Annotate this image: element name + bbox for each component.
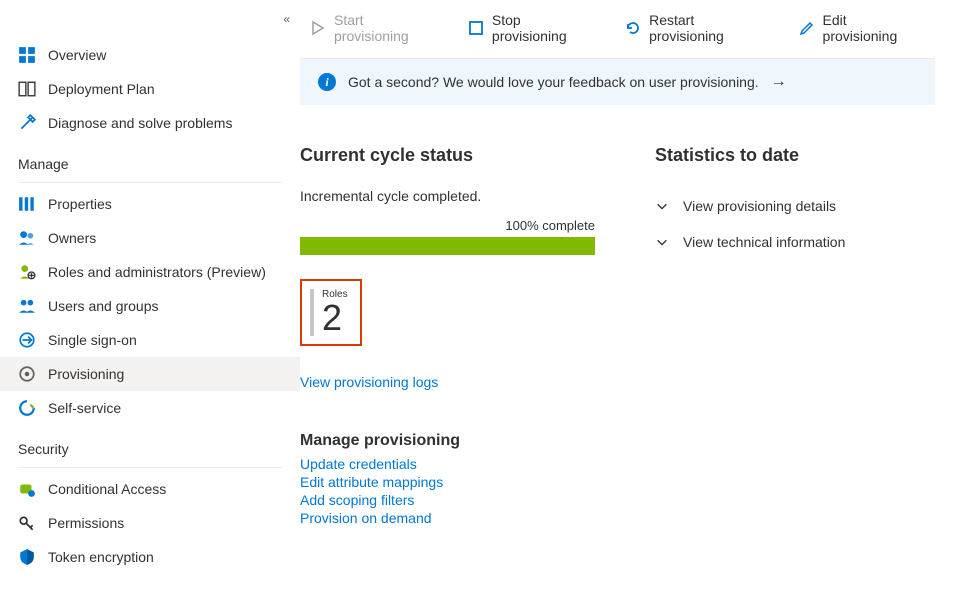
sidebar-item-label: Conditional Access: [48, 481, 166, 497]
owners-icon: [18, 229, 36, 247]
shield-icon: [18, 548, 36, 566]
sidebar-item-label: Users and groups: [48, 298, 159, 314]
wrench-icon: [18, 114, 36, 132]
restart-icon: [625, 20, 641, 36]
chevron-down-icon: [655, 235, 669, 249]
self-service-icon: [18, 399, 36, 417]
toolbar-label: Stop provisioning: [492, 12, 599, 44]
chevron-down-icon: [655, 199, 669, 213]
roles-count: 2: [322, 300, 348, 336]
sidebar-item-label: Single sign-on: [48, 332, 137, 348]
sidebar-item-label: Roles and administrators (Preview): [48, 264, 266, 280]
sidebar-item-deployment-plan[interactable]: Deployment Plan: [0, 72, 300, 106]
sidebar-item-overview[interactable]: Overview: [0, 38, 300, 72]
info-icon: i: [318, 73, 336, 91]
sidebar-item-provisioning[interactable]: Provisioning: [0, 357, 300, 391]
pencil-icon: [799, 20, 815, 36]
sidebar-item-conditional-access[interactable]: Conditional Access: [0, 472, 300, 506]
provisioning-icon: [18, 365, 36, 383]
overview-icon: [18, 46, 36, 64]
toolbar-label: Edit provisioning: [823, 12, 925, 44]
stat-item-label: View provisioning details: [683, 198, 836, 214]
sidebar-item-label: Diagnose and solve problems: [48, 115, 232, 131]
divider: [18, 182, 282, 183]
sidebar-item-label: Overview: [48, 47, 106, 63]
view-provisioning-logs-link[interactable]: View provisioning logs: [300, 374, 438, 390]
collapse-sidebar-icon[interactable]: «: [283, 12, 290, 26]
sidebar-item-label: Provisioning: [48, 366, 124, 382]
divider: [18, 467, 282, 468]
toolbar: Start provisioning Stop provisioning Res…: [300, 0, 935, 59]
properties-icon: [18, 195, 36, 213]
manage-provisioning-heading: Manage provisioning: [300, 432, 595, 450]
permissions-icon: [18, 514, 36, 532]
stop-provisioning-button[interactable]: Stop provisioning: [458, 8, 609, 48]
arrow-right-icon: →: [771, 73, 787, 91]
sso-icon: [18, 331, 36, 349]
banner-text: Got a second? We would love your feedbac…: [348, 74, 759, 90]
roles-card[interactable]: Roles 2: [300, 279, 362, 346]
add-scoping-filters-link[interactable]: Add scoping filters: [300, 492, 595, 508]
statistics-heading: Statistics to date: [655, 145, 935, 166]
sidebar-item-label: Self-service: [48, 400, 121, 416]
sidebar-item-label: Owners: [48, 230, 96, 246]
sidebar-item-token-encryption[interactable]: Token encryption: [0, 540, 300, 574]
start-provisioning-button: Start provisioning: [300, 8, 452, 48]
sidebar-item-label: Permissions: [48, 515, 124, 531]
sidebar-item-self-service[interactable]: Self-service: [0, 391, 300, 425]
sidebar-item-label: Token encryption: [48, 549, 154, 565]
sidebar: « Overview Deployment Plan Diagnose and …: [0, 0, 300, 599]
section-header-manage: Manage: [0, 140, 300, 178]
update-credentials-link[interactable]: Update credentials: [300, 456, 595, 472]
sidebar-item-properties[interactable]: Properties: [0, 187, 300, 221]
section-header-security: Security: [0, 425, 300, 463]
roles-icon: [18, 263, 36, 281]
book-icon: [18, 80, 36, 98]
toolbar-label: Restart provisioning: [649, 12, 772, 44]
conditional-access-icon: [18, 480, 36, 498]
sidebar-item-users-groups[interactable]: Users and groups: [0, 289, 300, 323]
stat-item-label: View technical information: [683, 234, 845, 250]
progress-bar: [300, 237, 595, 255]
provision-on-demand-link[interactable]: Provision on demand: [300, 510, 595, 526]
cycle-status-text: Incremental cycle completed.: [300, 188, 595, 204]
view-provisioning-details-toggle[interactable]: View provisioning details: [655, 188, 935, 224]
main-content: Start provisioning Stop provisioning Res…: [300, 0, 955, 599]
toolbar-label: Start provisioning: [334, 12, 442, 44]
view-technical-information-toggle[interactable]: View technical information: [655, 224, 935, 260]
sidebar-item-label: Properties: [48, 196, 112, 212]
users-groups-icon: [18, 297, 36, 315]
sidebar-item-permissions[interactable]: Permissions: [0, 506, 300, 540]
sidebar-item-sso[interactable]: Single sign-on: [0, 323, 300, 357]
stop-icon: [468, 20, 484, 36]
edit-provisioning-button[interactable]: Edit provisioning: [789, 8, 935, 48]
sidebar-item-roles[interactable]: Roles and administrators (Preview): [0, 255, 300, 289]
feedback-banner[interactable]: i Got a second? We would love your feedb…: [300, 59, 935, 105]
edit-attribute-mappings-link[interactable]: Edit attribute mappings: [300, 474, 595, 490]
sidebar-item-owners[interactable]: Owners: [0, 221, 300, 255]
sidebar-item-diagnose[interactable]: Diagnose and solve problems: [0, 106, 300, 140]
restart-provisioning-button[interactable]: Restart provisioning: [615, 8, 782, 48]
play-icon: [310, 20, 326, 36]
progress-label: 100% complete: [300, 218, 595, 233]
sidebar-item-label: Deployment Plan: [48, 81, 155, 97]
cycle-status-heading: Current cycle status: [300, 145, 595, 166]
